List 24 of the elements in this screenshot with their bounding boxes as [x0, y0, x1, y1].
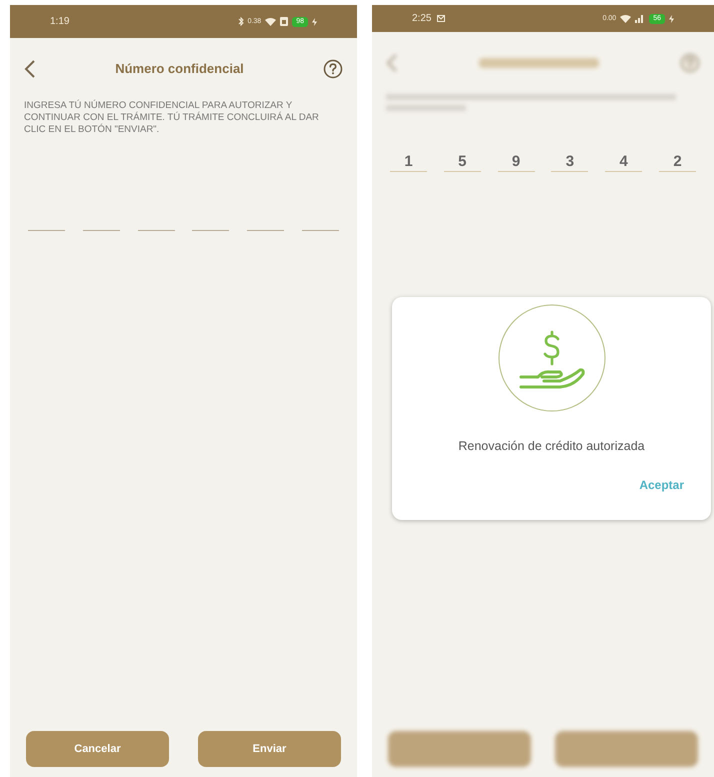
status-time: 2:25	[412, 12, 432, 26]
charging-icon	[669, 14, 674, 22]
mail-icon	[437, 15, 446, 22]
submit-button[interactable]: Enviar	[198, 731, 341, 767]
pin-slot[interactable]: 2	[658, 151, 696, 172]
status-time: 1:19	[50, 15, 70, 29]
bluetooth-icon	[238, 17, 244, 26]
pin-slot[interactable]: 5	[444, 151, 481, 172]
pin-slot[interactable]: 9	[498, 151, 535, 172]
pin-slot[interactable]: 3	[551, 151, 588, 172]
cancel-button[interactable]	[388, 731, 531, 767]
hand-dollar-icon	[498, 304, 606, 412]
instructions-text: INGRESA TÚ NÚMERO CONFIDENCIAL PARA AUTORIZAR Y CONTINUAR CON EL TRÁMITE. TÚ TRÁMITE CONCLUIRÁ AL DAR CLIC EN EL BOTÓN "ENVIAR".	[24, 100, 320, 136]
wifi-icon	[265, 18, 276, 26]
screen-title: Número confidencial	[115, 60, 244, 78]
pin-slot[interactable]: 4	[605, 151, 642, 172]
back-chevron-icon[interactable]	[24, 60, 36, 78]
dialog-message: Renovación de crédito autorizada	[458, 438, 645, 455]
cancel-button[interactable]: Cancelar	[26, 731, 169, 767]
help-icon[interactable]	[322, 59, 343, 79]
submit-button[interactable]	[555, 731, 698, 767]
charging-icon	[312, 18, 317, 26]
pin-slot[interactable]: 1	[390, 151, 427, 172]
wifi-icon	[620, 14, 632, 22]
